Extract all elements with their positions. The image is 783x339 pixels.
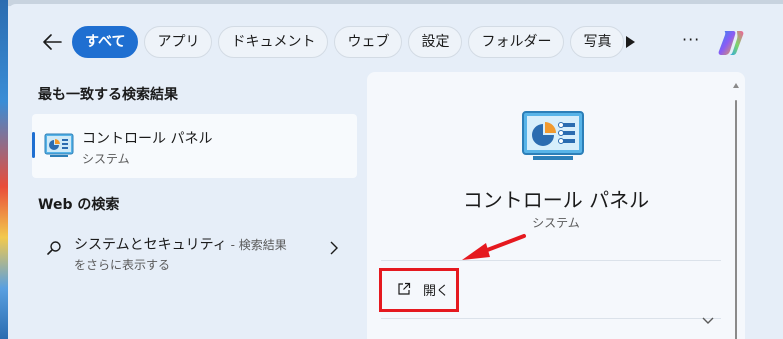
web-search-more: をさらに表示する	[74, 258, 171, 272]
tab-all[interactable]: すべて	[72, 26, 139, 58]
web-search-item[interactable]: システムとセキュリティ - 検索結果 をさらに表示する	[32, 228, 357, 278]
web-search-suffix: - 検索結果	[226, 238, 287, 252]
best-match-subtitle: システム	[82, 152, 130, 166]
detail-title: コントロール パネル	[462, 188, 650, 212]
search-icon	[47, 241, 61, 255]
annotation-highlight-box	[379, 268, 459, 312]
control-panel-icon	[44, 133, 74, 157]
arrow-left-icon	[43, 34, 62, 50]
scrollbar[interactable]	[733, 82, 739, 339]
search-panel: すべて アプリ ドキュメント ウェブ 設定 フォルダー 写真 ··· 最も一致す…	[8, 4, 783, 339]
search-header: すべて アプリ ドキュメント ウェブ 設定 フォルダー 写真 ···	[8, 4, 783, 76]
desktop-background	[0, 0, 8, 339]
back-button[interactable]	[38, 28, 66, 56]
tab-apps[interactable]: アプリ	[144, 26, 213, 58]
more-options-button[interactable]: ···	[682, 30, 700, 49]
best-match-title: コントロール パネル	[82, 131, 213, 147]
control-panel-large-icon	[522, 111, 584, 160]
tab-settings[interactable]: 設定	[408, 26, 463, 58]
web-search-query-line: システムとセキュリティ - 検索結果	[74, 234, 287, 254]
selection-indicator	[32, 132, 35, 158]
scrollbar-thumb[interactable]	[735, 100, 737, 339]
scroll-up-icon[interactable]	[733, 82, 739, 88]
copilot-icon[interactable]	[716, 28, 746, 58]
tab-photos[interactable]: 写真	[570, 26, 625, 58]
web-search-query: システムとセキュリティ	[74, 237, 227, 253]
chevron-right-icon[interactable]	[328, 240, 340, 256]
results-list: 最も一致する検索結果 コントロール パネル システム Web の検索 システムと…	[8, 76, 368, 339]
divider	[381, 260, 721, 261]
tab-documents[interactable]: ドキュメント	[218, 26, 329, 58]
tab-web[interactable]: ウェブ	[334, 26, 403, 58]
play-icon[interactable]	[620, 32, 640, 52]
detail-pane: コントロール パネル システム 開く	[367, 72, 745, 339]
best-match-item[interactable]: コントロール パネル システム	[32, 114, 357, 178]
web-search-heading: Web の検索	[38, 197, 120, 213]
filter-tabs: すべて アプリ ドキュメント ウェブ 設定 フォルダー 写真	[72, 26, 625, 58]
best-match-heading: 最も一致する検索結果	[38, 87, 178, 103]
chevron-down-icon[interactable]	[701, 316, 715, 326]
divider	[381, 318, 721, 319]
detail-subtitle: システム	[532, 216, 580, 230]
tab-folders[interactable]: フォルダー	[468, 26, 565, 58]
